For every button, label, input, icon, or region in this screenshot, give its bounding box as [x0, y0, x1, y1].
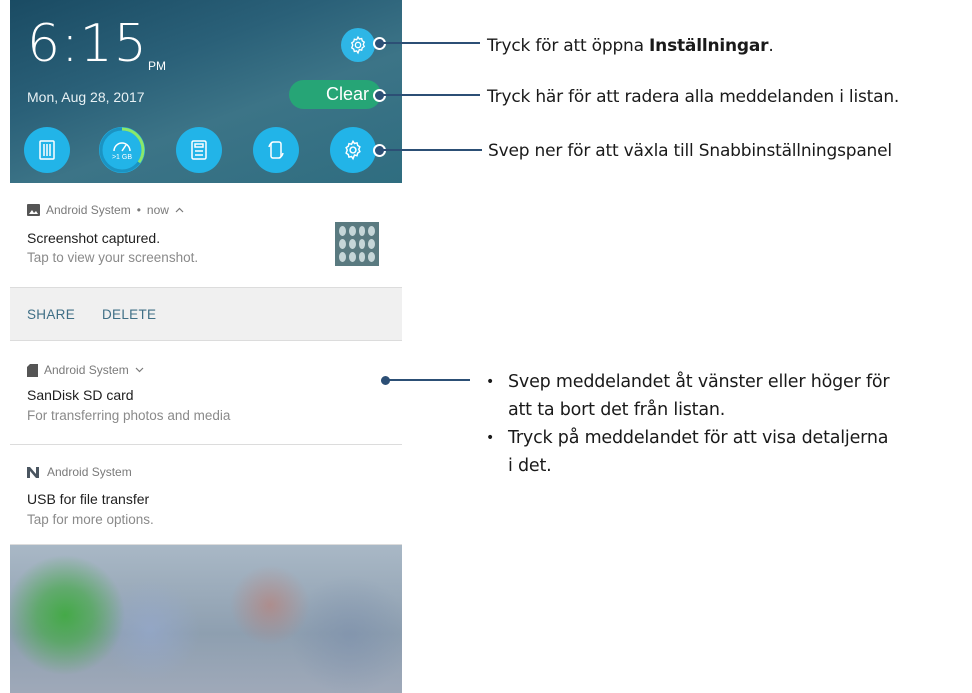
notification-text: Tap to view your screenshot. [27, 250, 199, 265]
callout-line-quick [382, 149, 482, 151]
notification-header: 6:15 PM Mon, Aug 28, 2017 Clear >1 GB [10, 0, 402, 183]
settings-icon [345, 139, 361, 161]
callout-dot-notification [379, 374, 392, 387]
callout-settings-bold: Inställningar [649, 36, 769, 56]
quick-setting-calculator[interactable] [176, 127, 222, 173]
notification-app-row: Android System • now [27, 203, 184, 217]
notification-app-name: Android System [46, 203, 131, 217]
quick-setting-rotate[interactable] [253, 127, 299, 173]
notification-app-name: Android System [47, 465, 132, 479]
notification-time: now [146, 203, 169, 217]
bullet-item: Svep meddelandet åt vänster eller höger … [486, 368, 966, 424]
quick-setting-settings[interactable] [330, 127, 376, 173]
notification-actions: SHARE DELETE [10, 288, 402, 341]
callout-clear: Tryck här för att radera alla meddelande… [487, 87, 900, 107]
clock-ampm: PM [148, 59, 166, 73]
callout-settings: Tryck för att öppna Inställningar. [487, 36, 774, 56]
bullet-item: Tryck på meddelandet för att visa detalj… [486, 424, 966, 480]
clear-all-button[interactable]: Clear [289, 80, 381, 109]
wallpaper [10, 545, 402, 693]
boost-label: >1 GB [111, 154, 133, 161]
asus-logo-icon [39, 140, 55, 160]
callout-settings-suffix: . [768, 36, 774, 56]
callout-bullets: Svep meddelandet åt vänster eller höger … [486, 368, 966, 480]
callout-dot-settings [373, 37, 386, 50]
notification-app-row: Android System [27, 465, 132, 479]
chevron-up-icon[interactable] [175, 207, 184, 213]
settings-button[interactable] [341, 28, 375, 62]
bullet-text: Svep meddelandet åt vänster eller höger … [508, 372, 890, 392]
chevron-down-icon[interactable] [135, 367, 144, 373]
image-icon [27, 204, 40, 216]
callout-settings-text: Tryck för att öppna [487, 36, 650, 56]
notification-title: USB for file transfer [27, 491, 150, 507]
booster-icon [113, 142, 131, 152]
notification-app-row: Android System [27, 363, 144, 377]
quick-setting-asus[interactable] [24, 127, 70, 173]
clock-time: 6:15 [27, 14, 148, 74]
sd-card-icon [27, 363, 38, 377]
bullet-text: att ta bort det från listan. [508, 400, 726, 420]
notification-title: Screenshot captured. [27, 230, 161, 246]
gear-icon [350, 35, 366, 55]
screenshot-thumbnail[interactable] [335, 222, 379, 266]
notification-text: Tap for more options. [27, 512, 154, 527]
calculator-icon [191, 140, 207, 160]
notification-usb[interactable]: Android System USB for file transfer Tap… [10, 445, 402, 545]
callout-line-notification [388, 379, 470, 381]
phone-screen: 6:15 PM Mon, Aug 28, 2017 Clear >1 GB An… [10, 0, 402, 693]
callout-line-clear [382, 94, 480, 96]
separator-dot: • [136, 203, 141, 217]
bullet-text: Tryck på meddelandet för att visa detalj… [508, 428, 889, 448]
callout-dot-clear [373, 89, 386, 102]
delete-button[interactable]: DELETE [102, 307, 156, 322]
bullet-text: i det. [508, 456, 552, 476]
callout-dot-quick [373, 144, 386, 157]
share-button[interactable]: SHARE [27, 307, 75, 322]
notification-app-name: Android System [44, 363, 129, 377]
date-label: Mon, Aug 28, 2017 [27, 89, 145, 105]
quick-setting-boost[interactable]: >1 GB [99, 127, 145, 173]
notification-text: For transferring photos and media [27, 408, 231, 423]
rotate-icon [268, 141, 284, 159]
notification-sd-card[interactable]: Android System SanDisk SD card For trans… [10, 341, 402, 445]
callout-line-settings [382, 42, 480, 44]
notification-title: SanDisk SD card [27, 387, 134, 403]
callout-quick: Svep ner för att växla till Snabbinställ… [488, 141, 892, 161]
android-n-icon [27, 466, 39, 478]
